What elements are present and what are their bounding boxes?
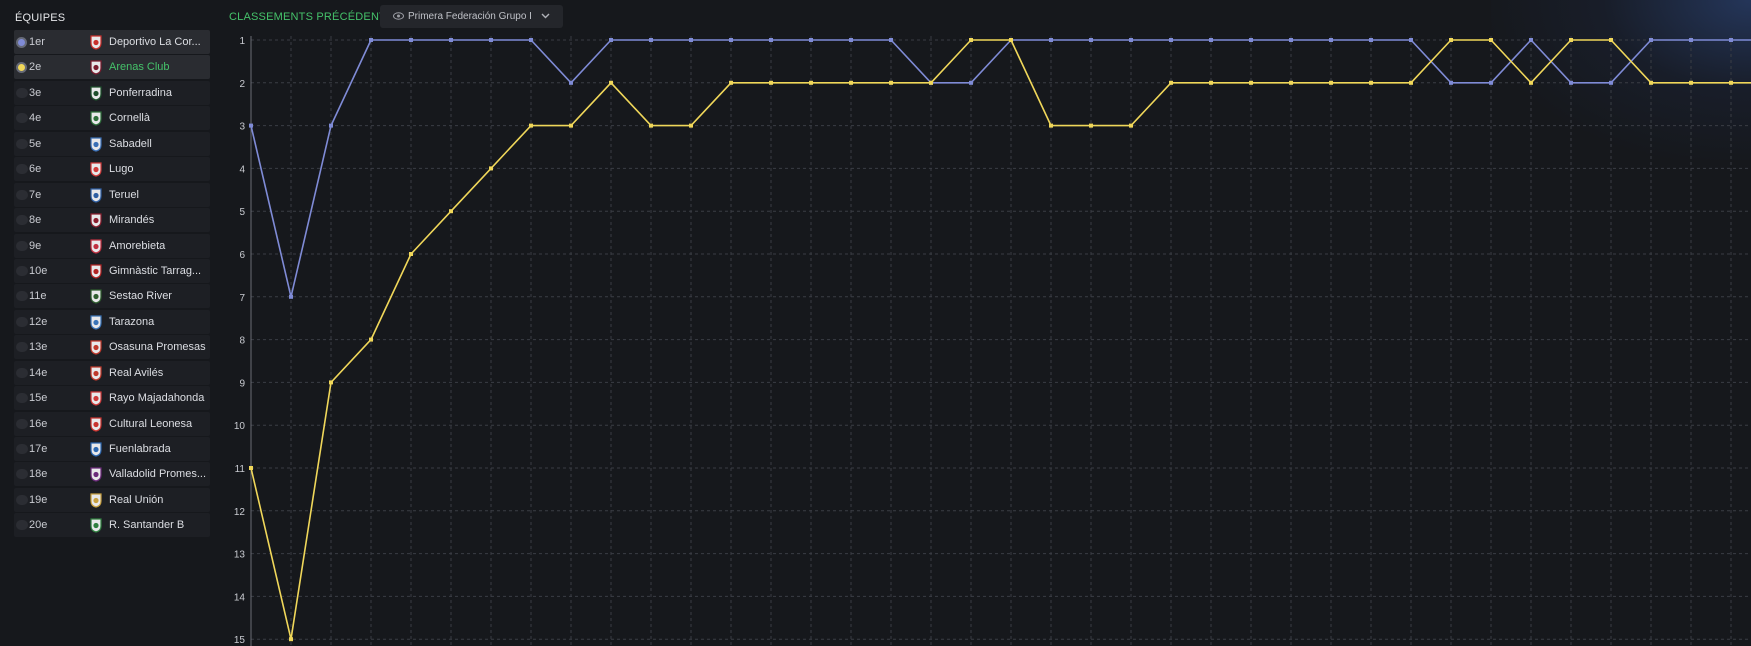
y-tick-label: 1	[239, 36, 245, 47]
series-2-point	[1249, 80, 1253, 85]
series-1-point	[1409, 38, 1413, 42]
series-1-point	[1169, 38, 1173, 42]
series-2-point	[849, 80, 853, 85]
y-tick-label: 11	[235, 464, 246, 475]
series-1-point	[889, 38, 893, 42]
series-1-point	[1489, 80, 1493, 85]
y-tick-label: 6	[239, 250, 245, 261]
y-tick-label: 10	[234, 421, 246, 432]
series-2-point	[609, 80, 613, 85]
series-1-point	[1089, 38, 1093, 42]
series-2-point	[1449, 38, 1453, 42]
series-1-point	[689, 38, 693, 42]
position-history-chart: 123456789101112131415	[234, 36, 1751, 646]
series-2-point	[1409, 80, 1413, 85]
series-1-point	[1569, 80, 1573, 85]
y-tick-label: 15	[234, 635, 246, 646]
series-1-point	[1649, 38, 1653, 42]
series-2-point	[689, 123, 693, 128]
series-1-point	[1449, 80, 1453, 85]
series-2-point	[969, 38, 973, 42]
chart-grid	[250, 36, 1751, 646]
series-1-point	[1689, 38, 1693, 42]
series-2-point	[1569, 38, 1573, 42]
series-2-point	[1329, 80, 1333, 85]
series-1-point	[649, 38, 653, 42]
series-2-point	[409, 252, 413, 256]
series-2-point	[809, 80, 813, 85]
series-2-point	[889, 80, 893, 85]
series-2-point	[769, 80, 773, 85]
series-1-point	[489, 38, 493, 42]
series-2-point	[529, 123, 533, 128]
series-1-point	[1129, 38, 1133, 42]
series-1-point	[1609, 80, 1613, 85]
series-1-point	[289, 294, 293, 299]
y-tick-label: 7	[239, 293, 245, 304]
series-2-point	[729, 80, 733, 85]
series-1-point	[529, 38, 533, 42]
y-tick-label: 8	[239, 336, 245, 347]
series-1-point	[769, 38, 773, 42]
series-2-point	[1369, 80, 1373, 85]
series-1-point	[729, 38, 733, 42]
series-2-point	[1169, 80, 1173, 85]
series-2-point	[1689, 80, 1693, 85]
series-2-point	[289, 637, 293, 642]
series-2-point	[1529, 80, 1533, 85]
series-2-point	[329, 380, 333, 385]
y-tick-label: 9	[239, 378, 245, 389]
series-2-point	[489, 166, 493, 171]
series-2-point	[1289, 80, 1293, 85]
series-2-point	[929, 80, 933, 85]
series-1-point	[449, 38, 453, 42]
series-2-point	[1729, 80, 1733, 85]
series-1-point	[1329, 38, 1333, 42]
series-1-point	[1529, 38, 1533, 42]
y-tick-label: 12	[234, 507, 246, 518]
y-tick-label: 4	[239, 164, 245, 175]
series-1-point	[329, 123, 333, 128]
series-1-point	[609, 38, 613, 42]
series-1-point	[569, 80, 573, 85]
series-2-point	[1089, 123, 1093, 128]
series-1-point	[249, 123, 253, 128]
y-tick-label: 5	[239, 207, 245, 218]
series-1-point	[1209, 38, 1213, 42]
series-2-point	[1049, 123, 1053, 128]
series-2-point	[1649, 80, 1653, 85]
y-tick-label: 13	[234, 550, 246, 561]
y-tick-label: 14	[234, 592, 246, 603]
series-2-point	[569, 123, 573, 128]
series-2-point	[369, 337, 373, 342]
y-tick-label: 2	[239, 79, 245, 90]
series-2-point	[649, 123, 653, 128]
series-1-point	[1729, 38, 1733, 42]
series-1-point	[1369, 38, 1373, 42]
series-2-point	[449, 209, 453, 214]
series-1-point	[1049, 38, 1053, 42]
series-1-point	[1249, 38, 1253, 42]
series-2-point	[1009, 38, 1013, 42]
series-1-point	[969, 80, 973, 85]
series-1-point	[409, 38, 413, 42]
series-1-point	[809, 38, 813, 42]
series-2-point	[249, 466, 253, 470]
series-1-point	[849, 38, 853, 42]
series-2-point	[1129, 123, 1133, 128]
series-2-point	[1209, 80, 1213, 85]
series-1-point	[1289, 38, 1293, 42]
y-tick-label: 3	[239, 122, 245, 133]
series-2-point	[1609, 38, 1613, 42]
series-1-point	[369, 38, 373, 42]
series-2-point	[1489, 38, 1493, 42]
